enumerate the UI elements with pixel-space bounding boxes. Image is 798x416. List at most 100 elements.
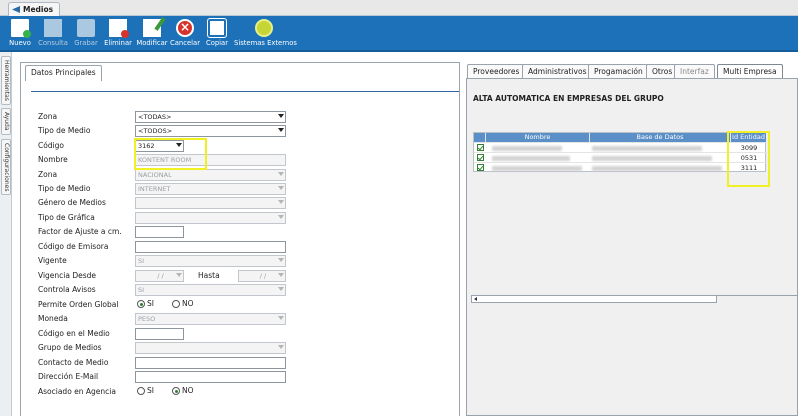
redacted-name xyxy=(492,146,562,151)
grid-header-nombre[interactable]: Nombre xyxy=(486,133,590,142)
asociado-row: Asociado en Agencia SI NO xyxy=(38,386,194,396)
redacted-database xyxy=(592,146,702,151)
scrollbar-track xyxy=(716,295,798,303)
copy-button[interactable]: Copiar xyxy=(203,18,231,50)
cancel-button[interactable]: × Cancelar xyxy=(170,18,200,50)
grupo-medios-select[interactable] xyxy=(135,342,286,354)
multi-empresa-content: ALTA AUTOMATICA EN EMPRESAS DEL GRUPO No… xyxy=(466,78,798,416)
external-systems-icon xyxy=(255,19,273,37)
vigente-select[interactable]: SI xyxy=(135,255,286,267)
chevron-down-icon xyxy=(278,186,284,190)
new-doc-icon xyxy=(11,19,31,38)
delete-button[interactable]: Eliminar xyxy=(103,18,133,50)
chevron-down-icon xyxy=(278,128,284,132)
edit-button[interactable]: Modificar xyxy=(135,18,169,50)
back-arrow-icon xyxy=(12,6,20,13)
tipo-filter-select[interactable]: <TODOS> xyxy=(135,125,286,137)
codigo-medio-field[interactable] xyxy=(135,328,184,340)
sidebar-tab-configuraciones[interactable]: Configuraciones xyxy=(1,139,11,196)
save-icon xyxy=(77,19,95,37)
redacted-name xyxy=(492,156,570,161)
zona-filter-select[interactable]: <TODAS> xyxy=(135,111,286,123)
vigencia-hasta-date[interactable]: / / xyxy=(238,270,286,282)
chevron-down-icon xyxy=(278,215,284,219)
tipo-grafica-row: Tipo de Gráfica xyxy=(38,212,458,225)
chevron-down-icon xyxy=(278,200,284,204)
new-button[interactable]: Nuevo xyxy=(5,18,35,50)
redacted-database xyxy=(592,166,722,171)
side-tab-strip: Herramientas Ayuda Configuraciones xyxy=(0,52,12,416)
tipo-filter-row: Tipo de Medio <TODOS> xyxy=(38,125,458,138)
row-checkbox[interactable] xyxy=(477,144,484,151)
radio-icon xyxy=(172,300,180,308)
external-systems-button[interactable]: Sistemas Externos xyxy=(234,18,297,50)
radio-icon xyxy=(137,300,145,308)
grid-header-base-datos[interactable]: Base de Datos xyxy=(590,133,731,142)
chevron-down-icon xyxy=(278,287,284,291)
query-button[interactable]: Consulta xyxy=(36,18,70,50)
chevron-down-icon xyxy=(278,258,284,262)
chevron-down-icon xyxy=(278,273,284,277)
factor-row: Factor de Ajuste a cm. xyxy=(38,226,458,239)
factor-field[interactable] xyxy=(135,226,184,238)
chevron-down-icon xyxy=(278,172,284,176)
asociado-no-radio[interactable]: NO xyxy=(172,386,194,395)
edit-icon xyxy=(143,19,161,37)
grid-horizontal-scrollbar[interactable] xyxy=(471,295,798,303)
codigo-row: Código 3162 xyxy=(38,140,458,153)
vigente-row: Vigente SI xyxy=(38,255,458,268)
vigencia-row: Vigencia Desde / / Hasta / / xyxy=(38,270,458,283)
toolbar: Nuevo Consulta Grabar Eliminar Modificar… xyxy=(0,16,798,52)
permite-orden-row: Permite Orden Global SI NO xyxy=(38,299,194,309)
copy-icon xyxy=(207,18,227,38)
sidebar-tab-ayuda[interactable]: Ayuda xyxy=(1,108,11,135)
chevron-down-icon xyxy=(278,345,284,349)
contacto-field[interactable] xyxy=(135,357,286,369)
email-row: Dirección E-Mail xyxy=(38,371,458,384)
chevron-down-icon xyxy=(278,316,284,320)
genero-select[interactable] xyxy=(135,197,286,209)
zona-filter-row: Zona <TODAS> xyxy=(38,111,458,124)
section-title: ALTA AUTOMATICA EN EMPRESAS DEL GRUPO xyxy=(473,94,664,103)
save-button[interactable]: Grabar xyxy=(72,18,100,50)
empresas-grid: Nombre Base de Datos Id Entidad 3099 053… xyxy=(473,132,767,172)
app-tab-bar: Medios xyxy=(0,0,798,16)
row-checkbox[interactable] xyxy=(477,154,484,161)
radio-icon xyxy=(172,387,180,395)
radio-icon xyxy=(137,387,145,395)
query-icon xyxy=(44,19,62,37)
tipo-medio-select[interactable]: INTERNET xyxy=(135,183,286,195)
tab-datos-principales[interactable]: Datos Principales xyxy=(25,65,102,81)
id-entidad-highlight xyxy=(727,131,770,187)
vigencia-desde-date[interactable]: / / xyxy=(135,270,184,282)
app-tab-medios[interactable]: Medios xyxy=(8,2,61,16)
nombre-row: Nombre KONTENT ROOM xyxy=(38,154,458,167)
codigo-highlight xyxy=(134,138,207,170)
moneda-select[interactable]: PESO xyxy=(135,313,286,325)
table-row[interactable]: 3099 xyxy=(474,142,767,152)
datos-principales-panel: Datos Principales Zona <TODAS> Tipo de M… xyxy=(20,62,460,416)
permite-orden-si-radio[interactable]: SI xyxy=(137,299,154,308)
tipo-grafica-select[interactable] xyxy=(135,212,286,224)
tipo-medio-row: Tipo de Medio INTERNET xyxy=(38,183,458,196)
chevron-down-icon xyxy=(278,114,284,118)
codigo-emisora-field[interactable] xyxy=(135,241,286,253)
grupo-medios-row: Grupo de Medios xyxy=(38,342,458,355)
controla-avisos-select[interactable]: SI xyxy=(135,284,286,296)
codigo-medio-row: Código en el Medio xyxy=(38,328,458,341)
delete-icon xyxy=(109,19,129,38)
codigo-emisora-row: Código de Emisora xyxy=(38,241,458,254)
cancel-icon: × xyxy=(176,19,194,37)
table-row[interactable]: 3111 xyxy=(474,162,767,172)
permite-orden-no-radio[interactable]: NO xyxy=(172,299,194,308)
scroll-left-icon[interactable] xyxy=(474,297,477,301)
sidebar-tab-herramientas[interactable]: Herramientas xyxy=(1,56,11,105)
row-checkbox[interactable] xyxy=(477,164,484,171)
table-row[interactable]: 0531 xyxy=(474,152,767,162)
email-field[interactable] xyxy=(135,371,286,383)
contacto-row: Contacto de Medio xyxy=(38,357,458,370)
zona-select[interactable]: NACIONAL xyxy=(135,169,286,181)
genero-row: Género de Medios xyxy=(38,197,458,210)
app-tab-label: Medios xyxy=(23,5,54,14)
asociado-si-radio[interactable]: SI xyxy=(137,386,154,395)
